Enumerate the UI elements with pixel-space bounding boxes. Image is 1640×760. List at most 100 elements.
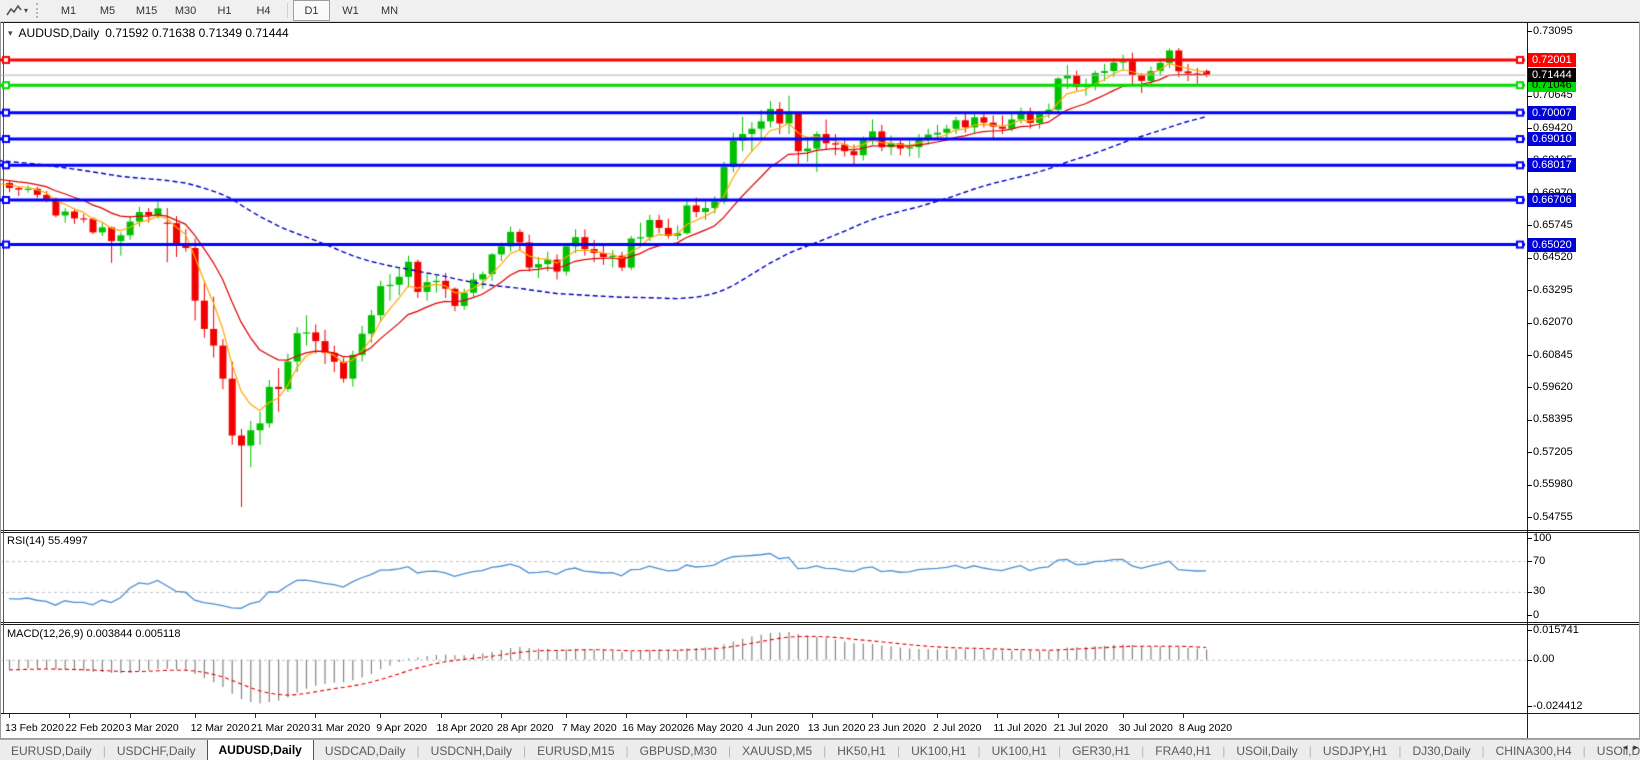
price-tick-mark [1527, 96, 1532, 97]
date-label: 13 Feb 2020 [5, 722, 64, 734]
rsi-tick-label: 30 [1533, 585, 1545, 597]
date-label: 7 May 2020 [562, 722, 617, 734]
tab-scroll-left-icon[interactable]: ◂ [1623, 742, 1628, 753]
date-tick-mark [872, 714, 873, 718]
macd-tick-mark [1527, 660, 1532, 661]
date-label: 28 Apr 2020 [497, 722, 554, 734]
price-tick-mark [1527, 420, 1532, 421]
timeframe-buttons: M1M5M15M30H1H4 D1W1MN [49, 0, 409, 21]
chart-tab-usdchf-daily[interactable]: USDCHF,Daily [106, 740, 207, 760]
chart-tab-gbpusd-m30[interactable]: GBPUSD,M30 [629, 740, 728, 760]
timeframe-button-m30[interactable]: M30 [167, 0, 204, 21]
chart-tab-usdcnh-daily[interactable]: USDCNH,Daily [420, 740, 523, 760]
price-tick-label: 0.59620 [1533, 381, 1573, 393]
price-tick-mark [1527, 517, 1532, 518]
chevron-down-icon[interactable]: ▾ [24, 6, 28, 15]
rsi-indicator-chart[interactable] [0, 533, 1527, 622]
timeframe-button-mn[interactable]: MN [371, 0, 408, 21]
price-tick-label: 0.58395 [1533, 413, 1573, 425]
date-tick-mark [130, 714, 131, 718]
chart-tab-china300-h4[interactable]: CHINA300,H4 [1485, 740, 1583, 760]
date-label: 21 Mar 2020 [251, 722, 310, 734]
macd-indicator-chart[interactable] [0, 625, 1527, 713]
date-label: 16 May 2020 [622, 722, 683, 734]
date-label: 30 Jul 2020 [1119, 722, 1173, 734]
price-level-label: 0.70007 [1528, 106, 1576, 120]
chart-tab-dj30-daily[interactable]: DJ30,Daily [1401, 740, 1481, 760]
date-label: 8 Aug 2020 [1179, 722, 1232, 734]
chart-tab-usdcad-daily[interactable]: USDCAD,Daily [314, 740, 417, 760]
chart-tab-hk50-h1[interactable]: HK50,H1 [826, 740, 897, 760]
chart-tab-usoil-daily[interactable]: USOil,Daily [1225, 740, 1308, 760]
date-label: 31 Mar 2020 [311, 722, 370, 734]
timeframe-button-h1[interactable]: H1 [206, 0, 243, 21]
price-tick-label: 0.57205 [1533, 446, 1573, 458]
timeframe-button-m15[interactable]: M15 [128, 0, 165, 21]
rsi-tick-mark [1527, 615, 1532, 616]
price-tick-label: 0.62070 [1533, 316, 1573, 328]
date-tick-mark [1123, 714, 1124, 718]
chart-type-button[interactable]: ▾ [2, 1, 32, 20]
date-label: 11 Jul 2020 [993, 722, 1047, 734]
price-level-label: 0.69010 [1528, 132, 1576, 146]
macd-tick-mark [1527, 706, 1532, 707]
main-price-chart[interactable] [0, 22, 1527, 530]
macd-tick-label: 0.015741 [1533, 624, 1579, 636]
timeframe-button-h4[interactable]: H4 [245, 0, 282, 21]
date-tick-mark [1058, 714, 1059, 718]
date-tick-mark [997, 714, 998, 718]
chart-type-icon [6, 4, 22, 18]
timeframe-button-w1[interactable]: W1 [332, 0, 369, 21]
rsi-tick-label: 70 [1533, 555, 1545, 567]
price-level-label: 0.66706 [1528, 193, 1576, 207]
date-tick-mark [380, 714, 381, 718]
rsi-tick-mark [1527, 561, 1532, 562]
chart-tab-ger30-h1[interactable]: GER30,H1 [1061, 740, 1141, 760]
date-tick-mark [69, 714, 70, 718]
date-label: 12 Mar 2020 [191, 722, 250, 734]
date-tick-mark [501, 714, 502, 718]
timeframe-toolbar: ▾ M1M5M15M30H1H4 D1W1MN [0, 0, 1640, 22]
chart-tab-fra40-h1[interactable]: FRA40,H1 [1144, 740, 1222, 760]
price-tick-mark [1527, 290, 1532, 291]
macd-tick-mark [1527, 630, 1532, 631]
date-label: 22 Feb 2020 [65, 722, 124, 734]
rsi-label: RSI(14) 55.4997 [7, 535, 88, 547]
tab-scroll-right-icon[interactable]: ▸ [1633, 742, 1638, 753]
macd-tick-label: -0.024412 [1533, 700, 1583, 712]
rsi-tick-label: 100 [1533, 532, 1551, 544]
date-tick-mark [812, 714, 813, 718]
price-tick-mark [1527, 485, 1532, 486]
main-panel-bottom-border [0, 530, 1640, 531]
timeframe-button-d1[interactable]: D1 [293, 0, 330, 21]
date-tick-mark [255, 714, 256, 718]
date-tick-mark [9, 714, 10, 718]
macd-panel-bottom-border [0, 713, 1640, 714]
date-tick-mark [1183, 714, 1184, 718]
date-label: 13 Jun 2020 [808, 722, 866, 734]
timeframe-button-m5[interactable]: M5 [89, 0, 126, 21]
price-level-label: 0.68017 [1528, 158, 1576, 172]
toolbar-drag-handle[interactable] [36, 3, 43, 18]
price-tick-mark [1527, 128, 1532, 129]
chart-tab-usdjpy-h1[interactable]: USDJPY,H1 [1312, 740, 1398, 760]
chart-tab-audusd-daily[interactable]: AUDUSD,Daily [207, 740, 314, 760]
chart-tab-bar: EURUSD,Daily|USDCHF,DailyAUDUSD,DailyUSD… [0, 739, 1640, 760]
chart-tab-xauusd-m5[interactable]: XAUUSD,M5 [731, 740, 823, 760]
chart-tab-eurusd-m15[interactable]: EURUSD,M15 [526, 740, 625, 760]
date-label: 4 Jun 2020 [747, 722, 799, 734]
chart-tab-eurusd-daily[interactable]: EURUSD,Daily [0, 740, 103, 760]
price-tick-label: 0.64520 [1533, 251, 1573, 263]
date-label: 3 Mar 2020 [126, 722, 179, 734]
date-tick-mark [937, 714, 938, 718]
chart-tab-uk100-h1[interactable]: UK100,H1 [981, 740, 1058, 760]
date-label: 23 Jun 2020 [868, 722, 926, 734]
price-level-label: 0.65020 [1528, 238, 1576, 252]
price-tick-label: 0.65745 [1533, 219, 1573, 231]
mt4-chart-window: ▾ M1M5M15M30H1H4 D1W1MN ▾ AUDUSD,Daily 0.… [0, 0, 1640, 760]
timeframe-button-m1[interactable]: M1 [50, 0, 87, 21]
chart-tab-uk100-h1[interactable]: UK100,H1 [900, 740, 977, 760]
macd-tick-label: 0.00 [1533, 653, 1554, 665]
price-tick-label: 0.73095 [1533, 25, 1573, 37]
price-tick-mark [1527, 31, 1532, 32]
